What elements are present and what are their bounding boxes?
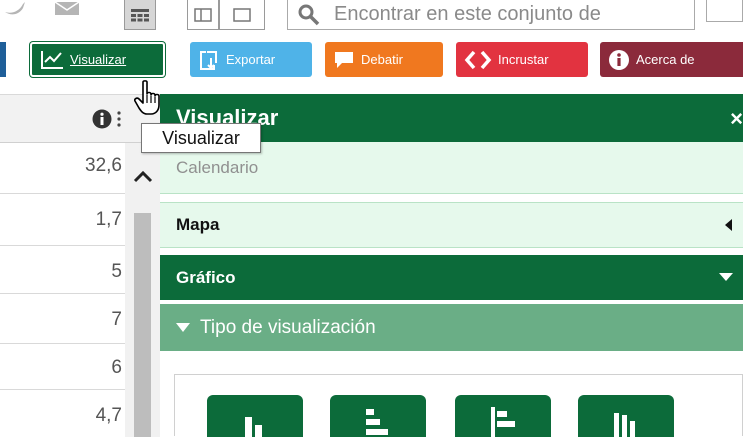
search-input[interactable] xyxy=(334,3,664,26)
section-mapa-label: Mapa xyxy=(176,215,220,234)
row-divider xyxy=(0,389,125,390)
hand-pointer-cursor-icon xyxy=(134,80,160,115)
acerca-de-button[interactable]: Acerca de xyxy=(600,42,743,77)
visualizar-tooltip: Visualizar xyxy=(141,123,261,153)
export-icon xyxy=(198,49,220,71)
section-grafico[interactable]: Gráfico xyxy=(160,255,743,300)
data-grid: 32,6 1,7 5 7 6 4,7 xyxy=(0,94,160,437)
visualizar-label: Visualizar xyxy=(70,52,127,67)
search-icon xyxy=(298,4,320,25)
caret-down-icon xyxy=(719,273,733,281)
grid-cell[interactable]: 5 xyxy=(22,261,122,283)
full-view-icon[interactable] xyxy=(219,0,265,30)
bar-chart-type-button[interactable] xyxy=(330,395,426,437)
grid-cell[interactable]: 32,6 xyxy=(22,155,122,177)
grouped-column-chart-icon xyxy=(614,413,635,437)
incrustar-button[interactable]: Incrustar xyxy=(456,42,588,77)
debatir-label: Debatir xyxy=(361,52,403,67)
grid-cell[interactable]: 7 xyxy=(22,309,122,331)
more-options-button[interactable] xyxy=(706,0,743,22)
exportar-button[interactable]: Exportar xyxy=(190,42,312,77)
split-view-icon[interactable] xyxy=(187,0,219,30)
column-chart-icon xyxy=(245,417,262,437)
row-divider xyxy=(0,193,125,194)
line-chart-icon xyxy=(40,50,64,70)
section-mapa[interactable]: Mapa xyxy=(160,202,743,248)
stacked-bar-chart-type-button[interactable] xyxy=(455,395,551,437)
close-icon[interactable]: × xyxy=(730,106,743,132)
grid-cell[interactable]: 1,7 xyxy=(22,209,122,231)
vertical-scrollbar[interactable] xyxy=(125,143,160,437)
column-info-icon[interactable] xyxy=(92,109,112,129)
section-tipo-visualizacion[interactable]: Tipo de visualización xyxy=(160,304,743,351)
grid-cell[interactable]: 4,7 xyxy=(22,405,122,427)
chart-type-picker xyxy=(174,374,743,437)
info-icon xyxy=(608,49,630,71)
section-grafico-label: Gráfico xyxy=(176,267,236,287)
triangle-down-icon xyxy=(176,323,190,332)
acerca-de-label: Acerca de xyxy=(636,52,695,67)
scroll-up-icon[interactable] xyxy=(132,167,154,187)
caret-left-icon xyxy=(725,219,732,231)
table-view-icon[interactable] xyxy=(124,0,156,30)
scrollbar-thumb[interactable] xyxy=(134,213,151,437)
stacked-bar-chart-icon xyxy=(491,407,515,437)
comment-icon xyxy=(333,50,355,70)
action-toolbar: Visualizar Exportar Debatir Incrustar Ac… xyxy=(0,34,743,94)
toolbar-left-button-edge[interactable] xyxy=(0,42,6,77)
search-box[interactable] xyxy=(287,0,695,30)
twitter-icon[interactable] xyxy=(0,0,30,18)
grid-cell[interactable]: 6 xyxy=(22,357,122,379)
row-divider xyxy=(0,343,125,344)
bar-chart-icon xyxy=(366,409,388,435)
row-divider xyxy=(0,293,125,294)
code-icon xyxy=(464,50,492,70)
email-icon[interactable] xyxy=(52,0,82,18)
incrustar-label: Incrustar xyxy=(498,52,549,67)
section-calendario-label: Calendario xyxy=(176,157,259,177)
row-divider xyxy=(0,245,125,246)
top-strip xyxy=(0,0,743,34)
column-chart-type-button[interactable] xyxy=(207,395,303,437)
visualizar-button[interactable]: Visualizar xyxy=(30,42,165,77)
exportar-label: Exportar xyxy=(226,52,276,67)
column-menu-icon[interactable] xyxy=(117,111,121,127)
section-tipo-label: Tipo de visualización xyxy=(200,316,376,338)
grouped-column-chart-type-button[interactable] xyxy=(578,395,674,437)
debatir-button[interactable]: Debatir xyxy=(325,42,443,77)
